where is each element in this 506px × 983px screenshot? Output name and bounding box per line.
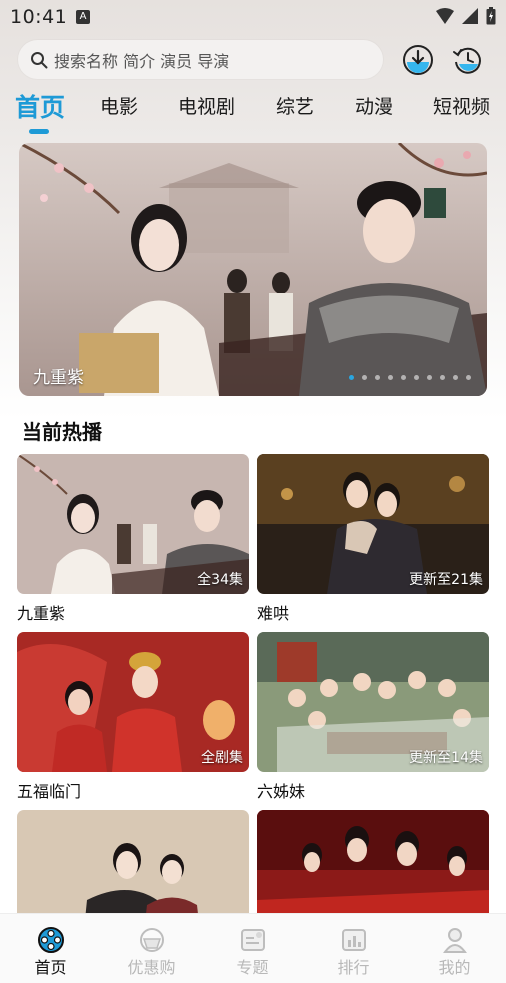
pagination-dot[interactable]	[427, 375, 432, 380]
nav-label: 优惠购	[127, 958, 176, 977]
notification-icon: A	[76, 10, 90, 24]
search-input[interactable]: 搜索名称 简介 演员 导演	[18, 40, 383, 79]
banner-pagination	[349, 375, 471, 380]
episode-badge: 全剧集	[201, 750, 243, 766]
card-title: 五福临门	[17, 782, 82, 801]
history-button[interactable]	[452, 44, 484, 76]
bottom-navigation: 首页 优惠购 专题 排行 我的	[0, 913, 506, 983]
pagination-dot[interactable]	[414, 375, 419, 380]
nav-label: 专题	[236, 958, 269, 977]
banner-title: 九重紫	[33, 368, 84, 388]
tab-home[interactable]: 首页	[15, 88, 65, 124]
pagination-dot[interactable]	[349, 375, 354, 380]
pagination-dot[interactable]	[401, 375, 406, 380]
nav-home[interactable]: 首页	[0, 914, 101, 983]
pagination-dot[interactable]	[453, 375, 458, 380]
tab-short-video[interactable]: 短视频	[433, 92, 490, 119]
drama-card[interactable]: 更新至14集 六姊妹	[257, 632, 489, 802]
nav-ranking[interactable]: 排行	[303, 914, 404, 983]
download-icon	[403, 45, 433, 75]
nav-label: 首页	[34, 958, 67, 977]
section-title: 当前热播	[22, 420, 102, 444]
download-button[interactable]	[402, 44, 434, 76]
episode-badge: 更新至21集	[409, 572, 483, 588]
tab-indicator	[29, 129, 49, 134]
profile-icon	[443, 928, 467, 953]
tab-movies[interactable]: 电影	[100, 92, 138, 119]
pagination-dot[interactable]	[440, 375, 445, 380]
card-thumbnail: 全34集	[17, 454, 249, 594]
search-icon	[31, 51, 48, 68]
banner-image	[19, 143, 487, 396]
card-title: 九重紫	[17, 604, 66, 623]
tab-anime[interactable]: 动漫	[355, 92, 393, 119]
home-film-icon	[38, 927, 64, 953]
card-title: 六姊妹	[257, 782, 306, 801]
card-thumbnail: 全剧集	[17, 632, 249, 772]
ranking-icon	[342, 929, 366, 951]
card-thumbnail: 更新至14集	[257, 632, 489, 772]
hero-banner[interactable]: 九重紫	[19, 143, 487, 396]
tab-variety[interactable]: 综艺	[276, 92, 314, 119]
pagination-dot[interactable]	[466, 375, 471, 380]
category-tabs: 首页 电影 电视剧 综艺 动漫 短视频	[0, 92, 506, 138]
history-icon	[453, 47, 481, 74]
episode-badge: 更新至14集	[409, 750, 483, 766]
card-thumbnail: 更新至21集	[257, 454, 489, 594]
nav-profile[interactable]: 我的	[404, 914, 505, 983]
topic-icon	[241, 929, 265, 951]
nav-coupon[interactable]: 优惠购	[101, 914, 202, 983]
drama-card[interactable]: 全剧集 五福临门	[17, 632, 249, 802]
card-title: 难哄	[257, 604, 290, 623]
coupon-icon	[140, 928, 164, 952]
nav-topic[interactable]: 专题	[202, 914, 303, 983]
signal-icon	[462, 8, 478, 24]
battery-icon	[486, 7, 496, 25]
drama-card[interactable]: 全34集 九重紫	[17, 454, 249, 624]
wifi-icon	[436, 8, 454, 24]
pagination-dot[interactable]	[375, 375, 380, 380]
pagination-dot[interactable]	[362, 375, 367, 380]
search-placeholder: 搜索名称 简介 演员 导演	[54, 51, 230, 71]
nav-label: 我的	[438, 958, 471, 977]
pagination-dot[interactable]	[388, 375, 393, 380]
nav-label: 排行	[337, 958, 370, 977]
tab-tv-series[interactable]: 电视剧	[178, 92, 235, 119]
episode-badge: 全34集	[197, 572, 243, 588]
status-time: 10:41	[10, 6, 68, 28]
drama-card[interactable]: 更新至21集 难哄	[257, 454, 489, 624]
status-bar: 10:41 A	[0, 0, 506, 34]
